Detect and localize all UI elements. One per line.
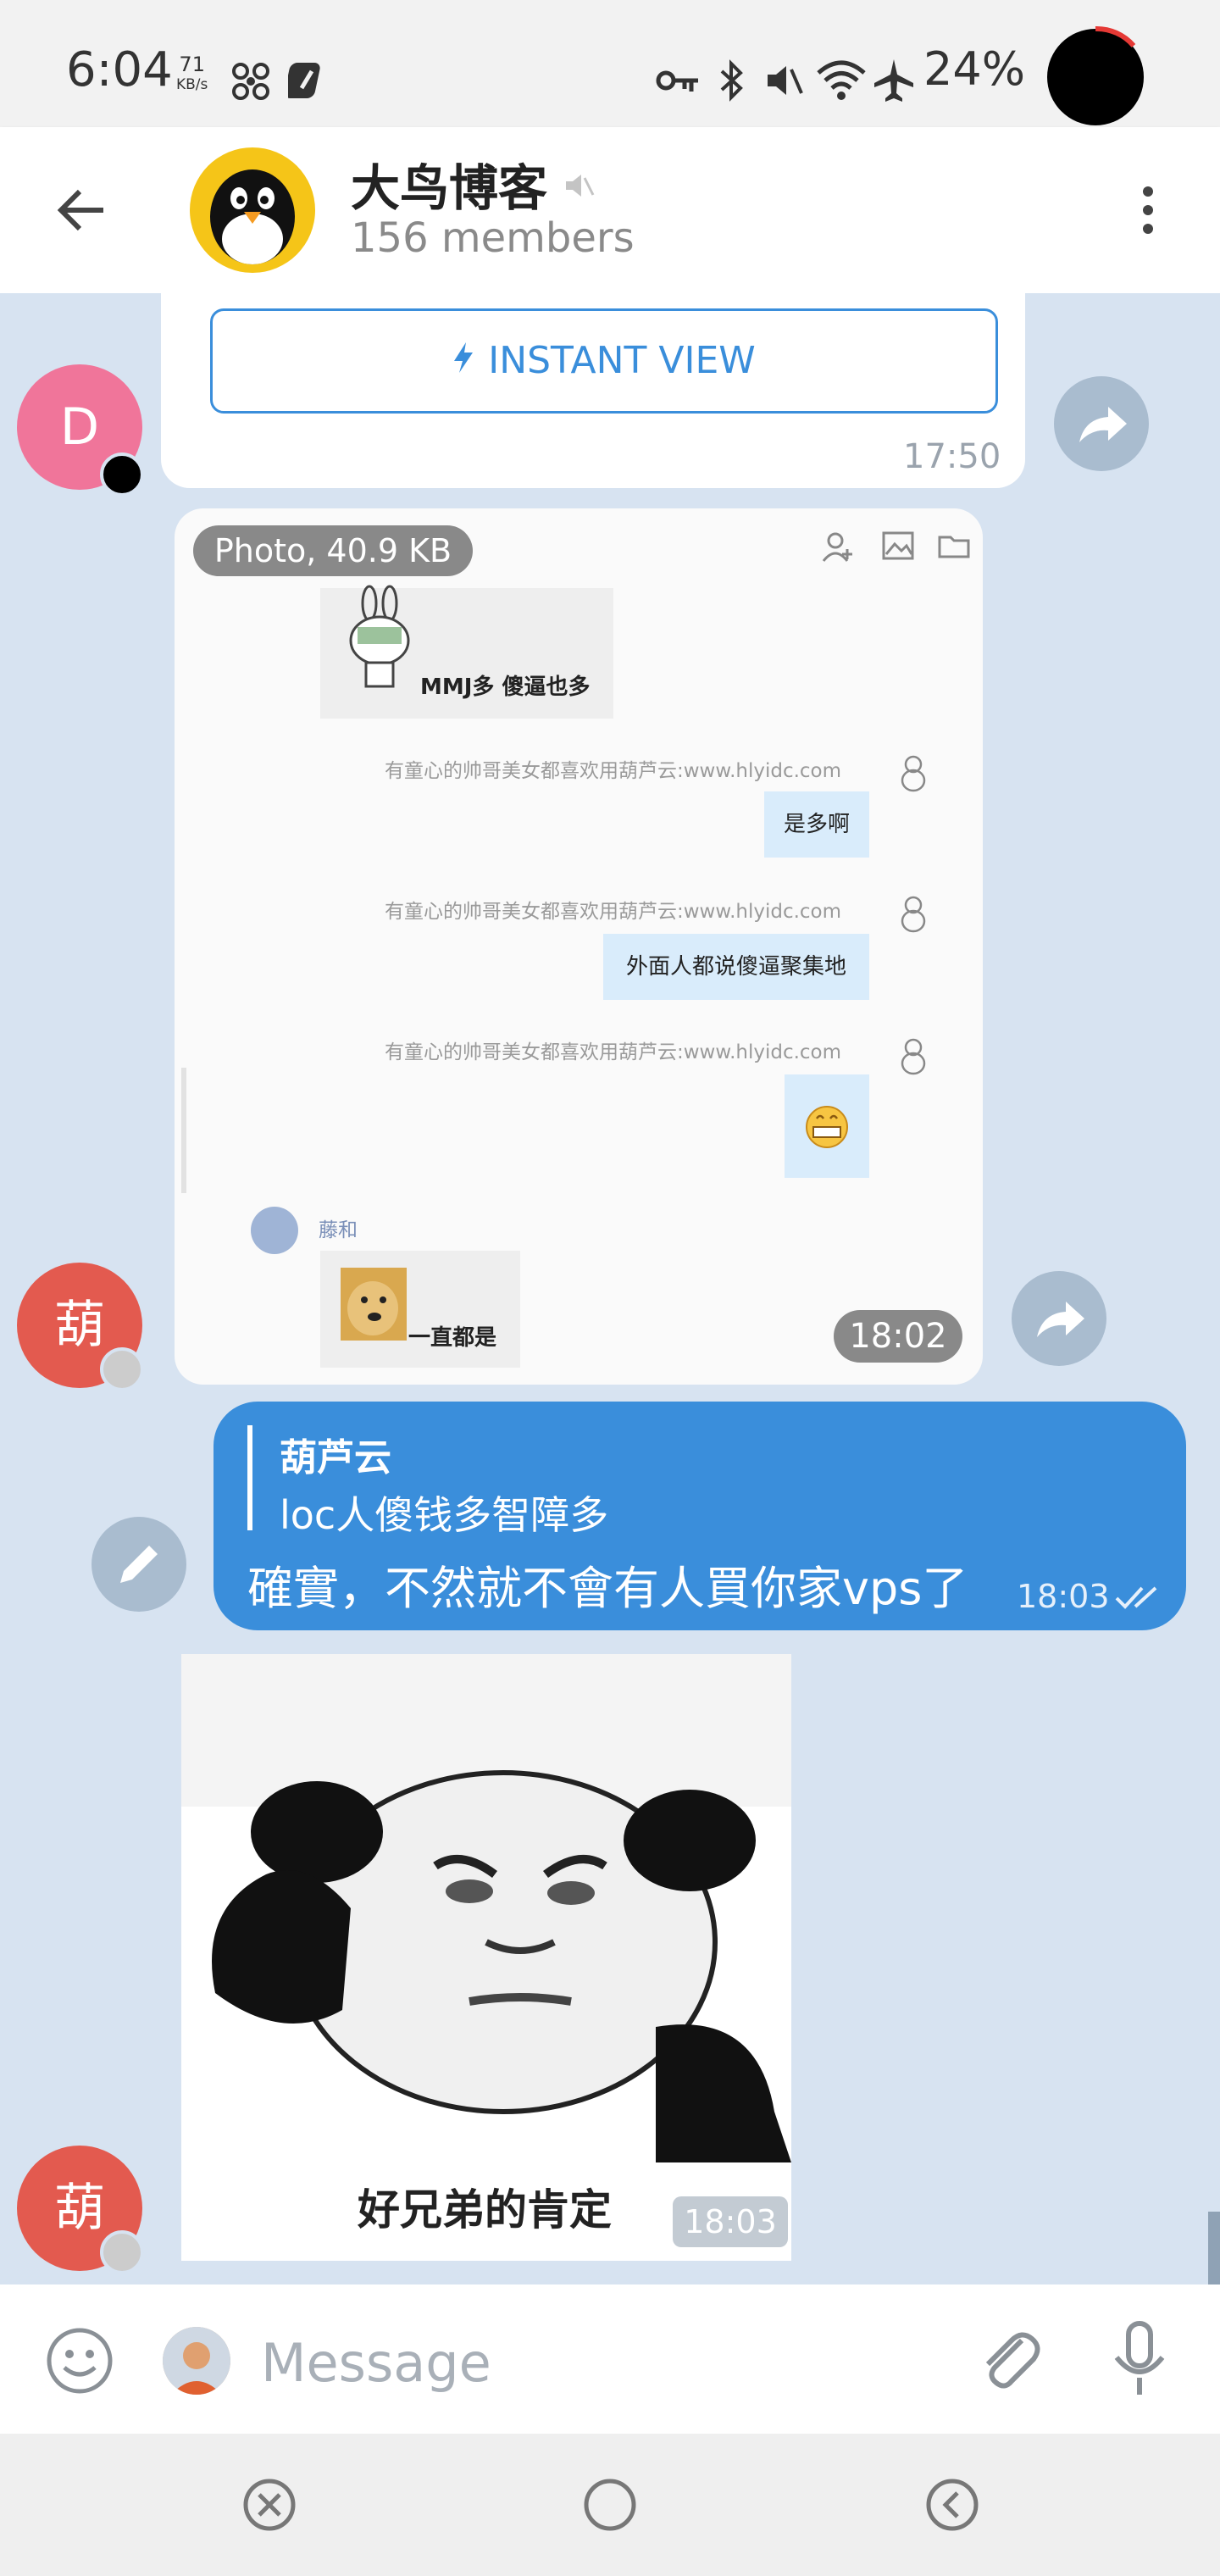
avatar-letter: 葫 [54,1296,105,1355]
member-count: 156 members [351,214,635,262]
network-speed-value: 71 [179,53,205,76]
sticker-caption: 一直都是 [408,1325,497,1351]
folder-icon [938,536,970,558]
chat-reply-bubble: 是多啊 [764,791,869,858]
message-time: 18:03 [1017,1578,1110,1615]
chat-title[interactable]: 大鸟博客 [351,148,547,219]
message-input[interactable]: Message [261,2332,491,2394]
sender-name: 藤和 [319,1219,358,1241]
message-time: 17:50 [903,437,1001,476]
instant-view-button[interactable]: INSTANT VIEW [210,308,998,414]
status-dot [100,1347,144,1391]
double-check-icon [1115,1586,1157,1609]
lightning-icon [452,313,474,413]
gourd-avatar-icon [901,1038,926,1075]
gourd-avatar-icon [901,896,926,933]
battery-percent: 24% [923,42,1026,96]
forward-button[interactable] [1054,376,1149,471]
status-dot [100,2230,144,2274]
back-arrow-icon[interactable] [54,183,108,237]
home-nav-icon[interactable] [581,2476,639,2534]
reply-quote-bar [247,1425,252,1530]
avatar-letter: D [59,397,100,457]
status-bar: 6:04 71 KB/s 24% [0,0,1220,127]
fan-icon [232,63,269,100]
chat-reply-bubble: 外面人都说傻逼聚集地 [603,934,869,1000]
edit-button[interactable] [92,1517,186,1612]
sender-name: 有童心的帅哥美女都喜欢用葫芦云:www.hlyidc.com [385,1041,842,1063]
microphone-icon[interactable] [1110,2320,1169,2398]
doge-sticker-icon [341,1268,407,1341]
group-avatar[interactable] [190,147,315,273]
instant-view-label: INSTANT VIEW [488,339,756,382]
rabbit-sticker-icon [349,585,410,688]
muted-icon [566,175,595,197]
forward-button[interactable] [1012,1271,1106,1366]
add-user-icon [822,532,852,562]
back-nav-icon[interactable] [923,2476,981,2534]
screenshot-scrollbar [181,1068,186,1193]
dismiss-nav-icon[interactable] [241,2476,298,2534]
key-icon [656,70,698,92]
avatar [251,1207,298,1254]
pencil-icon [120,1546,158,1583]
sender-name: 有童心的帅哥美女都喜欢用葫芦云:www.hlyidc.com [385,901,842,923]
reply-quote-author[interactable]: 葫芦云 [280,1427,391,1481]
panda-meme-icon [181,1654,791,2162]
status-time: 6:04 [66,42,173,97]
share-arrow-icon [1079,407,1127,442]
attachment-icon[interactable] [974,2323,1042,2398]
avatar-letter: 葫 [54,2179,105,2238]
sender-name: 有童心的帅哥美女都喜欢用葫芦云:www.hlyidc.com [385,760,842,782]
penguin-icon [210,169,295,264]
share-arrow-icon [1037,1302,1084,1337]
emoji-reply-bubble [785,1074,869,1178]
sticker-image[interactable] [181,1654,791,2261]
photo-info-badge: Photo, 40.9 KB [193,525,473,576]
emoji-icon[interactable] [44,2325,115,2396]
gourd-avatar-icon [901,755,926,792]
bluetooth-icon [720,59,743,102]
mute-icon [768,66,803,95]
user-photo-icon [163,2327,230,2395]
message-time: 18:03 [673,2196,788,2247]
reply-quote-text[interactable]: loc人傻钱多智障多 [280,1485,608,1541]
network-speed: 71 KB/s [176,54,208,95]
sticker-caption: 好兄弟的肯定 [358,2185,612,2235]
app-notification-icon [288,63,320,98]
image-icon [882,531,914,560]
airplane-mode-icon [874,59,913,102]
chat-header [0,127,1220,293]
network-speed-unit: KB/s [176,76,208,93]
wifi-icon [817,60,866,100]
chat-scrollbar[interactable] [1208,2212,1220,2285]
more-options-icon[interactable] [1135,183,1161,237]
message-time: 18:02 [834,1310,962,1363]
sticker-caption: MMJ多 傻逼也多 [420,675,591,700]
grin-emoji-icon [806,1106,848,1148]
battery-ring-icon [1095,25,1136,48]
status-dot [100,452,144,497]
message-text: 確實，不然就不會有人買你家vps了 [247,1562,968,1615]
send-as-avatar[interactable] [163,2327,230,2395]
